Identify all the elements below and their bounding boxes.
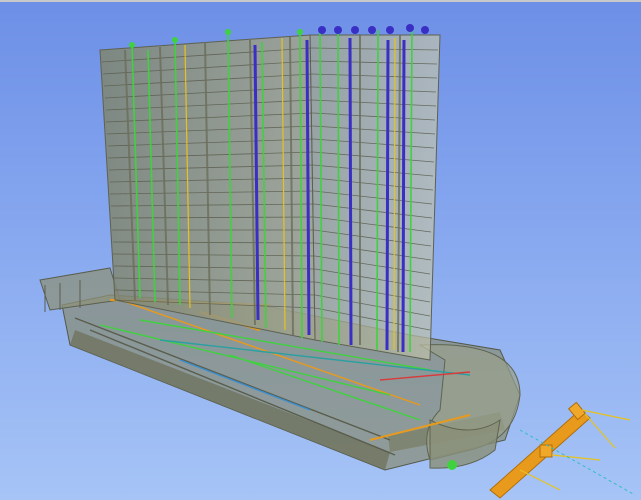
building-model-render[interactable] — [0, 0, 641, 500]
3d-model-viewport[interactable] — [0, 0, 641, 500]
